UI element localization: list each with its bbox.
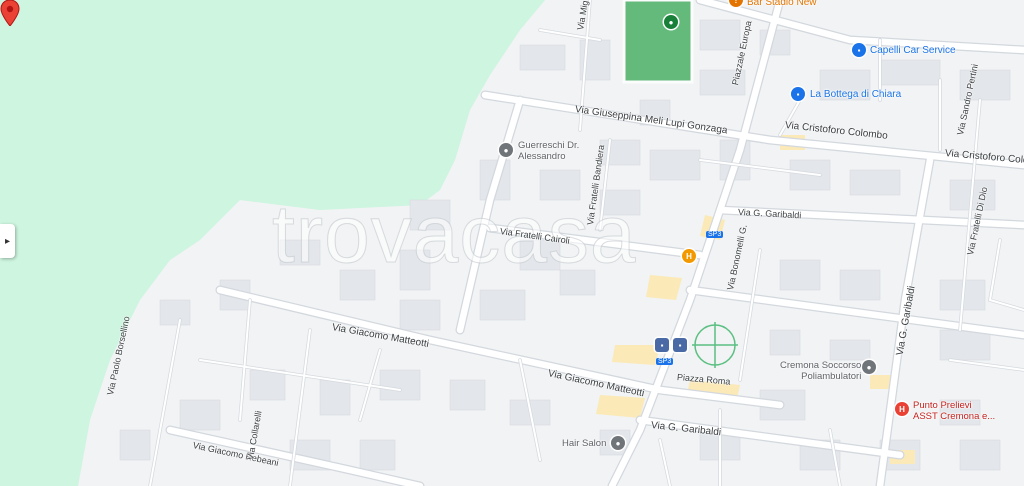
shopping-cart-icon[interactable]: ▪ xyxy=(791,87,805,101)
poi-guerreschi[interactable]: Guerreschi Dr. Alessandro xyxy=(518,140,579,162)
bus-stop-icon[interactable]: ▪ xyxy=(655,338,669,352)
poi-hair-salon[interactable]: Hair Salon xyxy=(562,438,606,449)
side-panel-toggle[interactable]: ▸ xyxy=(0,224,15,258)
poi-guerreschi-line1: Guerreschi Dr. xyxy=(518,140,580,151)
poi-punto-line2: ASST Cremona e... xyxy=(913,411,996,422)
hotel-icon[interactable]: H xyxy=(682,249,696,263)
clinic-icon[interactable]: ● xyxy=(862,360,876,374)
doctor-icon[interactable]: ● xyxy=(499,143,513,157)
poi-la-bottega-di-chiara[interactable]: La Bottega di Chiara xyxy=(810,89,901,100)
sports-field xyxy=(622,0,694,84)
poi-bar-stadio[interactable]: Bar Stadio New xyxy=(747,0,816,8)
poi-punto-line1: Punto Prelievi xyxy=(913,400,972,411)
location-marker-icon[interactable] xyxy=(0,0,20,26)
road-shield-sp3-1: SP3 xyxy=(706,231,724,238)
poi-cremona-line1: Cremona Soccorso xyxy=(780,360,862,371)
road-shield-sp3-2: SP3 xyxy=(656,358,674,365)
hospital-icon[interactable]: H xyxy=(895,402,909,416)
poi-capelli-car-service[interactable]: Capelli Car Service xyxy=(870,45,956,56)
bus-stop-icon-2[interactable]: ▪ xyxy=(673,338,687,352)
chevron-right-icon: ▸ xyxy=(4,235,11,247)
car-service-icon[interactable]: ▪ xyxy=(852,43,866,57)
map-canvas[interactable]: trovacasa Via Giuseppina Meli Lupi Gonza… xyxy=(0,0,1024,486)
watermark-text: trovacasa xyxy=(272,189,637,281)
poi-guerreschi-line2: Alessandro xyxy=(518,151,566,162)
poi-punto-prelievi[interactable]: Punto Prelievi ASST Cremona e... xyxy=(913,400,995,422)
stadium-icon[interactable]: ● xyxy=(664,15,678,29)
hair-salon-icon[interactable]: ● xyxy=(611,436,625,450)
poi-cremona-soccorso[interactable]: Cremona Soccorso Poliambulatori xyxy=(780,360,861,382)
poi-cremona-line2: Poliambulatori xyxy=(801,371,862,382)
